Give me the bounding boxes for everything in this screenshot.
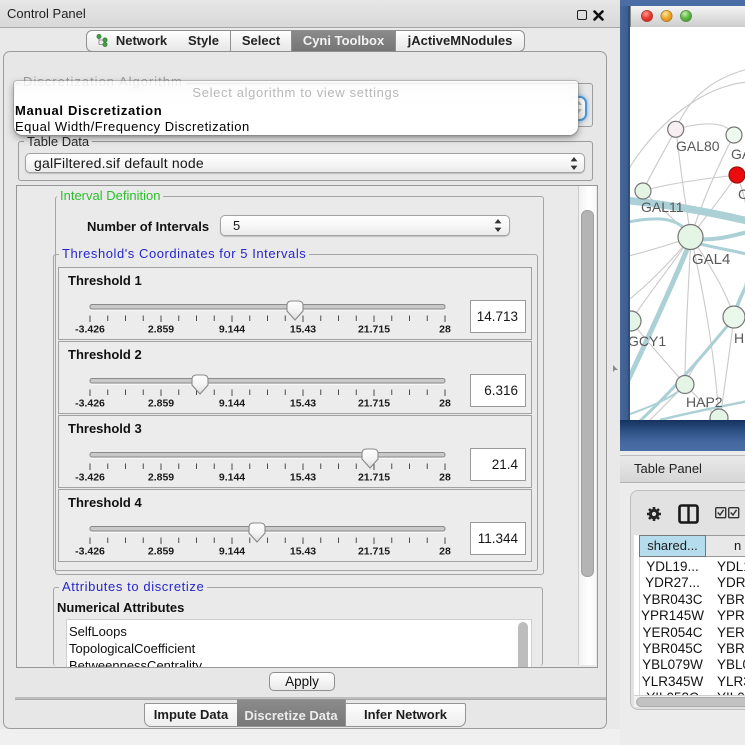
svg-text:2.859: 2.859 <box>148 324 174 336</box>
svg-text:9.144: 9.144 <box>219 324 245 336</box>
svg-text:GAL4: GAL4 <box>692 251 730 268</box>
svg-text:15.43: 15.43 <box>290 324 316 336</box>
svg-text:H: H <box>734 330 744 346</box>
svg-text:C: C <box>738 186 745 202</box>
svg-text:9.144: 9.144 <box>219 472 245 484</box>
svg-text:2.859: 2.859 <box>148 472 174 484</box>
svg-text:21.715: 21.715 <box>358 398 390 410</box>
svg-text:28: 28 <box>439 324 451 336</box>
svg-text:15.43: 15.43 <box>290 398 316 410</box>
svg-text:-3.426: -3.426 <box>75 472 105 484</box>
svg-text:GAL80: GAL80 <box>676 138 720 154</box>
svg-text:9.144: 9.144 <box>219 546 245 558</box>
svg-text:-3.426: -3.426 <box>75 398 105 410</box>
svg-text:-3.426: -3.426 <box>75 324 105 336</box>
svg-text:HAP2: HAP2 <box>686 394 723 410</box>
svg-text:21.715: 21.715 <box>358 324 390 336</box>
svg-text:28: 28 <box>439 546 451 558</box>
svg-text:-3.426: -3.426 <box>75 546 105 558</box>
svg-text:15.43: 15.43 <box>290 546 316 558</box>
svg-text:GCY1: GCY1 <box>630 333 666 349</box>
svg-text:GAL11: GAL11 <box>641 199 684 215</box>
svg-text:15.43: 15.43 <box>290 472 316 484</box>
svg-text:2.859: 2.859 <box>148 398 174 410</box>
svg-text:9.144: 9.144 <box>219 398 245 410</box>
svg-text:21.715: 21.715 <box>358 472 390 484</box>
svg-text:2.859: 2.859 <box>148 546 174 558</box>
svg-text:21.715: 21.715 <box>358 546 390 558</box>
svg-text:28: 28 <box>439 472 451 484</box>
svg-text:GA: GA <box>731 146 745 162</box>
svg-text:28: 28 <box>439 398 451 410</box>
